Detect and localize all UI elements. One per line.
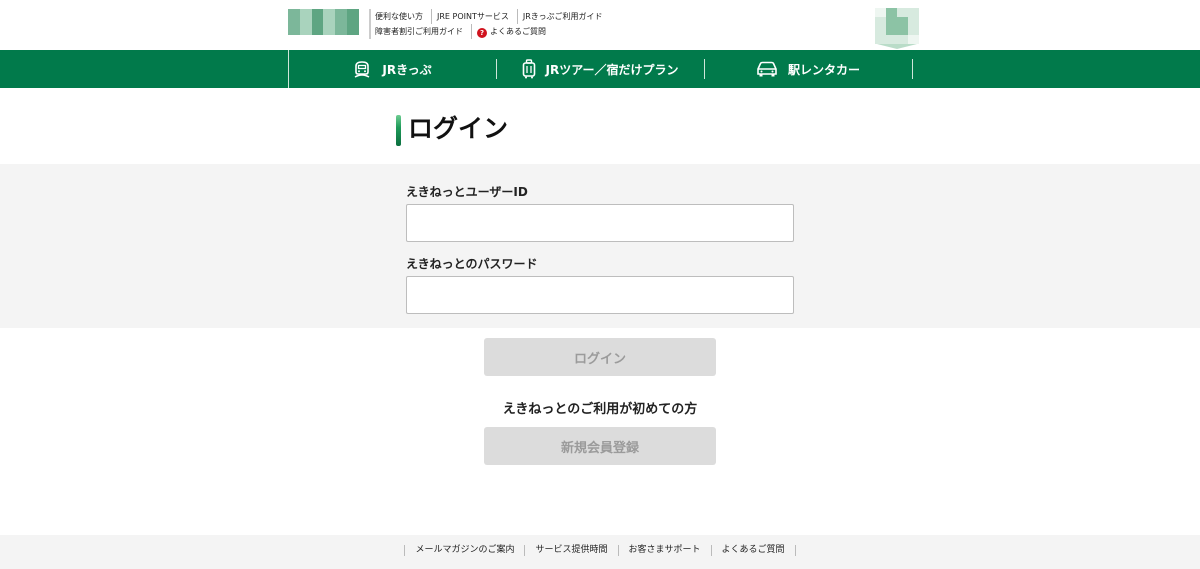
top-header: 便利な使い方 JRE POINTサービス JRきっぷご利用ガイド 障害者割引ご利…	[0, 0, 1200, 50]
password-input[interactable]	[406, 276, 794, 314]
login-button[interactable]: ログイン	[484, 338, 716, 376]
nav-item-rental-car[interactable]: 駅レンタカー	[705, 59, 913, 79]
user-menu-pointer	[877, 44, 917, 49]
utility-links-row-1: 便利な使い方 JRE POINTサービス JRきっぷご利用ガイド	[369, 9, 610, 24]
main-nav-items: JRきっぷ JRツアー／宿だけプラン 駅レンタカー	[287, 50, 913, 88]
util-link-disability-guide[interactable]: 障害者割引ご利用ガイド	[369, 24, 471, 39]
util-link-faq-label: よくあるご質問	[490, 27, 546, 36]
footer-link-customer-support[interactable]: お客さまサポート	[619, 545, 712, 556]
utility-links: 便利な使い方 JRE POINTサービス JRきっぷご利用ガイド 障害者割引ご利…	[369, 9, 610, 39]
user-menu[interactable]	[875, 8, 919, 50]
util-link-usage-tips[interactable]: 便利な使い方	[369, 9, 431, 24]
first-time-user-text: えきねっとのご利用が初めての方	[502, 402, 698, 417]
nav-item-jr-tickets[interactable]: JRきっぷ	[289, 59, 497, 79]
footer-link-faq[interactable]: よくあるご質問	[712, 545, 796, 556]
register-button[interactable]: 新規会員登録	[484, 427, 716, 465]
footer-links: メールマガジンのご案内 サービス提供時間 お客さまサポート よくあるご質問	[404, 545, 796, 556]
nav-item-jr-tickets-label: JRきっぷ	[382, 62, 432, 77]
luggage-icon	[522, 59, 535, 79]
main-nav: JRきっぷ JRツアー／宿だけプラン 駅レンタカー	[0, 50, 1200, 88]
page-title: ログイン	[408, 114, 509, 143]
util-link-jre-point[interactable]: JRE POINTサービス	[431, 9, 517, 24]
utility-links-row-2: 障害者割引ご利用ガイド ? よくあるご質問	[369, 24, 610, 39]
user-avatar-icon	[875, 8, 919, 44]
page-title-accent	[396, 115, 401, 146]
password-label: えきねっとのパスワード	[406, 257, 538, 271]
car-icon	[757, 61, 777, 77]
footer: メールマガジンのご案内 サービス提供時間 お客さまサポート よくあるご質問	[0, 535, 1200, 569]
footer-link-newsletter[interactable]: メールマガジンのご案内	[405, 545, 526, 556]
user-id-label: えきねっとユーザーID	[406, 185, 528, 199]
nav-item-tours[interactable]: JRツアー／宿だけプラン	[497, 59, 705, 79]
nav-item-rental-car-label: 駅レンタカー	[787, 62, 860, 77]
nav-item-tours-label: JRツアー／宿だけプラン	[545, 62, 679, 77]
user-id-input[interactable]	[406, 204, 794, 242]
train-icon	[355, 61, 370, 78]
footer-link-service-hours[interactable]: サービス提供時間	[525, 545, 619, 556]
util-link-faq[interactable]: ? よくあるご質問	[471, 24, 554, 39]
util-link-ticket-guide[interactable]: JRきっぷご利用ガイド	[516, 9, 611, 24]
help-icon: ?	[477, 28, 487, 38]
site-logo[interactable]	[288, 9, 359, 35]
